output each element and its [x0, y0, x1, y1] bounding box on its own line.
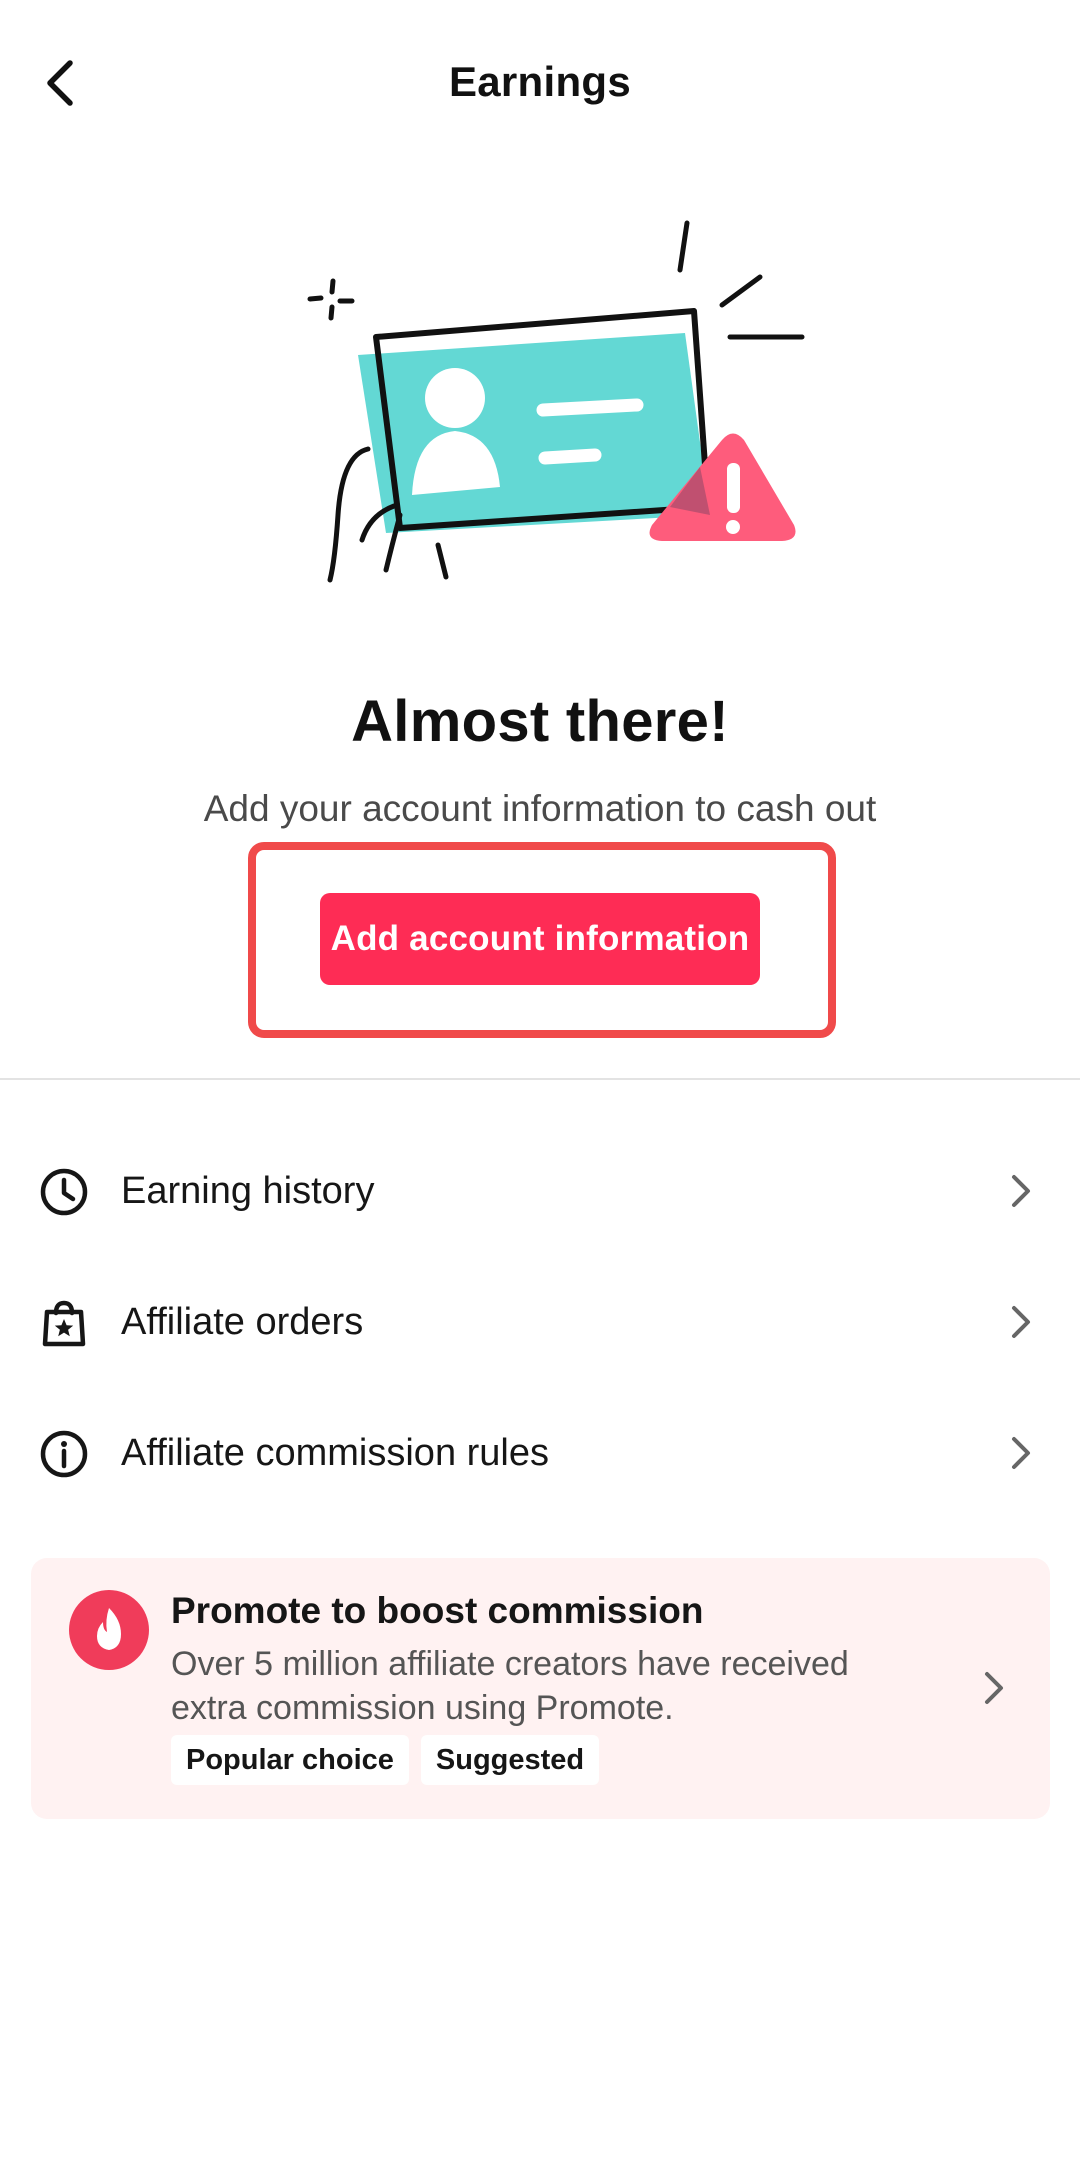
- promo-description: Over 5 million affiliate creators have r…: [171, 1645, 849, 1727]
- promote-card[interactable]: Promote to boost commission Over 5 milli…: [31, 1558, 1050, 1819]
- chevron-right-icon: [1012, 1437, 1030, 1469]
- shopping-bag-star-icon: [42, 1300, 86, 1347]
- page-title: Earnings: [448, 58, 632, 105]
- menu-item-affiliate-orders[interactable]: Affiliate orders: [0, 1267, 1080, 1377]
- tag-popular-choice: Popular choice: [171, 1735, 409, 1785]
- flame-icon: [69, 1590, 149, 1670]
- menu-item-label: Earning history: [121, 1170, 375, 1212]
- tag-suggested: Suggested: [420, 1735, 600, 1785]
- divider: [0, 1078, 1080, 1080]
- id-card-warning-illustration: [307, 220, 805, 583]
- promo-title: Promote to boost commission: [171, 1590, 704, 1631]
- clock-icon: [40, 1168, 88, 1216]
- menu-item-earning-history[interactable]: Earning history: [0, 1136, 1080, 1246]
- info-icon: [40, 1430, 88, 1478]
- header-bar: Earnings: [0, 0, 1080, 165]
- menu-item-affiliate-commission-rules[interactable]: Affiliate commission rules: [0, 1398, 1080, 1508]
- subtext: Add your account information to cash out: [203, 788, 877, 829]
- chevron-right-icon: [1012, 1306, 1030, 1338]
- menu-item-label: Affiliate commission rules: [121, 1432, 550, 1474]
- menu-item-label: Affiliate orders: [121, 1301, 364, 1343]
- add-account-information-button[interactable]: Add account information: [320, 893, 760, 985]
- chevron-right-icon: [985, 1672, 1003, 1704]
- headline: Almost there!: [351, 689, 729, 754]
- chevron-right-icon: [1012, 1175, 1030, 1207]
- promo-tags: Popular choice Suggested: [171, 1735, 600, 1785]
